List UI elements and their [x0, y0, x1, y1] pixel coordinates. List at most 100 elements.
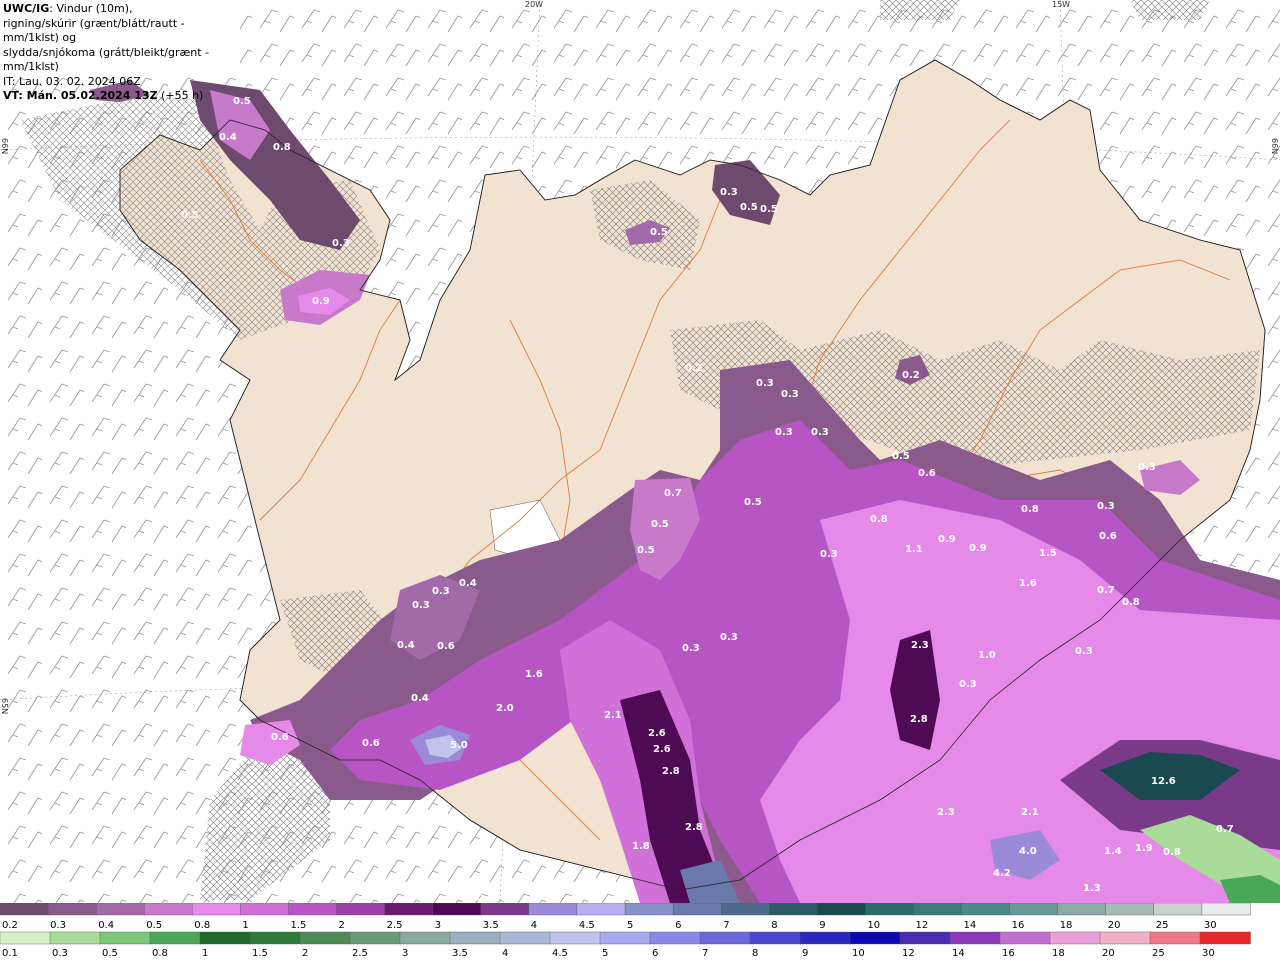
precip-value: 2.8 [662, 766, 680, 777]
precip-value: 0.6 [1099, 531, 1117, 542]
rain-swatch [0, 931, 51, 945]
rain-tick-label: 14 [952, 948, 965, 959]
precip-value: 1.1 [905, 544, 923, 555]
snow-tick-label: 4 [531, 920, 537, 931]
snow-swatch [1153, 903, 1203, 916]
precip-value: 0.8 [870, 514, 888, 525]
precip-value: 0.4 [411, 693, 429, 704]
precip-value: 2.1 [1021, 807, 1039, 818]
precip-value: 0.5 [740, 202, 758, 213]
title-line: UWC/IG: Vindur (10m), [3, 2, 237, 17]
precip-value: 0.5 [651, 519, 669, 530]
precip-value: 0.5 [760, 204, 778, 215]
rain-tick-label: 9 [802, 948, 808, 959]
precip-value: 0.3 [682, 643, 700, 654]
precip-value: 0.3 [1138, 462, 1156, 473]
snow-tick-label: 25 [1156, 920, 1169, 931]
precip-value: 2.3 [911, 640, 929, 651]
rain-swatch [1199, 931, 1251, 945]
precip-value: 4.0 [1019, 846, 1037, 857]
rain-swatch [99, 931, 151, 945]
snow-swatch [576, 903, 626, 916]
rain-swatch [549, 931, 601, 945]
snow-swatch [1105, 903, 1155, 916]
rain-swatch [299, 931, 351, 945]
precip-wind-map: 0.5 0.4 0.8 0.5 0.3 0.9 0.3 0.5 0.5 0.5 … [0, 0, 1280, 903]
snow-tick-label: 16 [1012, 920, 1025, 931]
precip-value: 0.3 [959, 679, 977, 690]
precip-value: 0.7 [1097, 585, 1115, 596]
rain-tick-label: 2.5 [352, 948, 368, 959]
snow-tick-label: 30 [1204, 920, 1217, 931]
snow-swatch [143, 903, 193, 916]
lat-label-right-66n: 66N [1270, 138, 1279, 155]
precip-value: 2.6 [648, 728, 666, 739]
rain-tick-label: 30 [1202, 948, 1215, 959]
snow-tick-label: 1.5 [291, 920, 307, 931]
rain-swatch [649, 931, 701, 945]
precip-value: 0.3 [332, 238, 350, 249]
precip-value: 2.1 [604, 710, 622, 721]
precip-value: 0.8 [1163, 847, 1181, 858]
precip-value: 0.3 [432, 586, 450, 597]
precip-value: 0.3 [412, 600, 430, 611]
snow-tick-label: 18 [1060, 920, 1073, 931]
snow-swatch [384, 903, 434, 916]
rain-tick-label: 5 [602, 948, 608, 959]
precip-value: 1.6 [1019, 578, 1037, 589]
snow-tick-label: 3 [435, 920, 441, 931]
valid-time-lead: (+55 h) [157, 89, 204, 102]
precip-value: 0.5 [892, 451, 910, 462]
snow-swatch [672, 903, 722, 916]
snow-tick-label: 1 [242, 920, 248, 931]
rain-tick-label: 4.5 [552, 948, 568, 959]
precip-value: 0.8 [1021, 504, 1039, 515]
precip-value: 0.4 [219, 132, 237, 143]
rain-swatch [799, 931, 851, 945]
rain-tick-label: 12 [902, 948, 915, 959]
color-legend: 0.2 0.3 0.4 0.5 0.8 1 1.5 2 2.5 3 3.5 4 4.5 5 6 7 8 9 10 12… [0, 903, 1280, 960]
rain-swatch [849, 931, 901, 945]
snow-tick-label: 6 [675, 920, 681, 931]
rain-tick-label: 20 [1102, 948, 1115, 959]
snow-tick-label: 20 [1108, 920, 1121, 931]
rain-tick-label: 2 [302, 948, 308, 959]
snow-tick-label: 8 [771, 920, 777, 931]
snow-tick-label: 9 [819, 920, 825, 931]
rain-swatch [449, 931, 501, 945]
rain-swatch [999, 931, 1051, 945]
snow-swatch [95, 903, 145, 916]
rain-tick-label: 18 [1052, 948, 1065, 959]
snow-swatch [432, 903, 482, 916]
precip-value: 0.5 [637, 545, 655, 556]
lat-label-left-66n: 66N [0, 138, 9, 155]
rain-swatch [499, 931, 551, 945]
valid-time-bold: VT: Mán. 05.02.2024 13Z [3, 89, 158, 102]
model-tag: UWC/IG [3, 2, 50, 15]
precip-value: 0.8 [1122, 597, 1140, 608]
rain-swatch [349, 931, 401, 945]
snow-swatch [817, 903, 867, 916]
snow-swatch [769, 903, 819, 916]
rain-swatch [49, 931, 101, 945]
title-line3: slydda/snjókoma (grátt/bleikt/grænt - mm… [3, 45, 210, 74]
precip-value: 0.9 [938, 534, 956, 545]
precip-value: 0.6 [918, 468, 936, 479]
snow-tick-label: 2.5 [387, 920, 403, 931]
precip-value: 2.8 [910, 714, 928, 725]
precip-value: 0.7 [664, 488, 682, 499]
title-line1: : Vindur (10m), [49, 2, 133, 15]
precip-value: 2.8 [685, 822, 703, 833]
precip-value: 5.0 [450, 740, 468, 751]
snow-tick-label: 0.4 [98, 920, 114, 931]
snow-tick-label: 0.8 [194, 920, 210, 931]
precip-value: 0.6 [362, 738, 380, 749]
rain-tick-label: 1.5 [252, 948, 268, 959]
precip-value: 0.3 [1097, 501, 1115, 512]
precip-value: 0.3 [820, 549, 838, 560]
precip-value: 1.3 [1083, 883, 1101, 894]
snow-tick-label: 5 [627, 920, 633, 931]
snow-swatch [528, 903, 578, 916]
rain-swatch [899, 931, 951, 945]
precip-value: 4.2 [993, 868, 1011, 879]
